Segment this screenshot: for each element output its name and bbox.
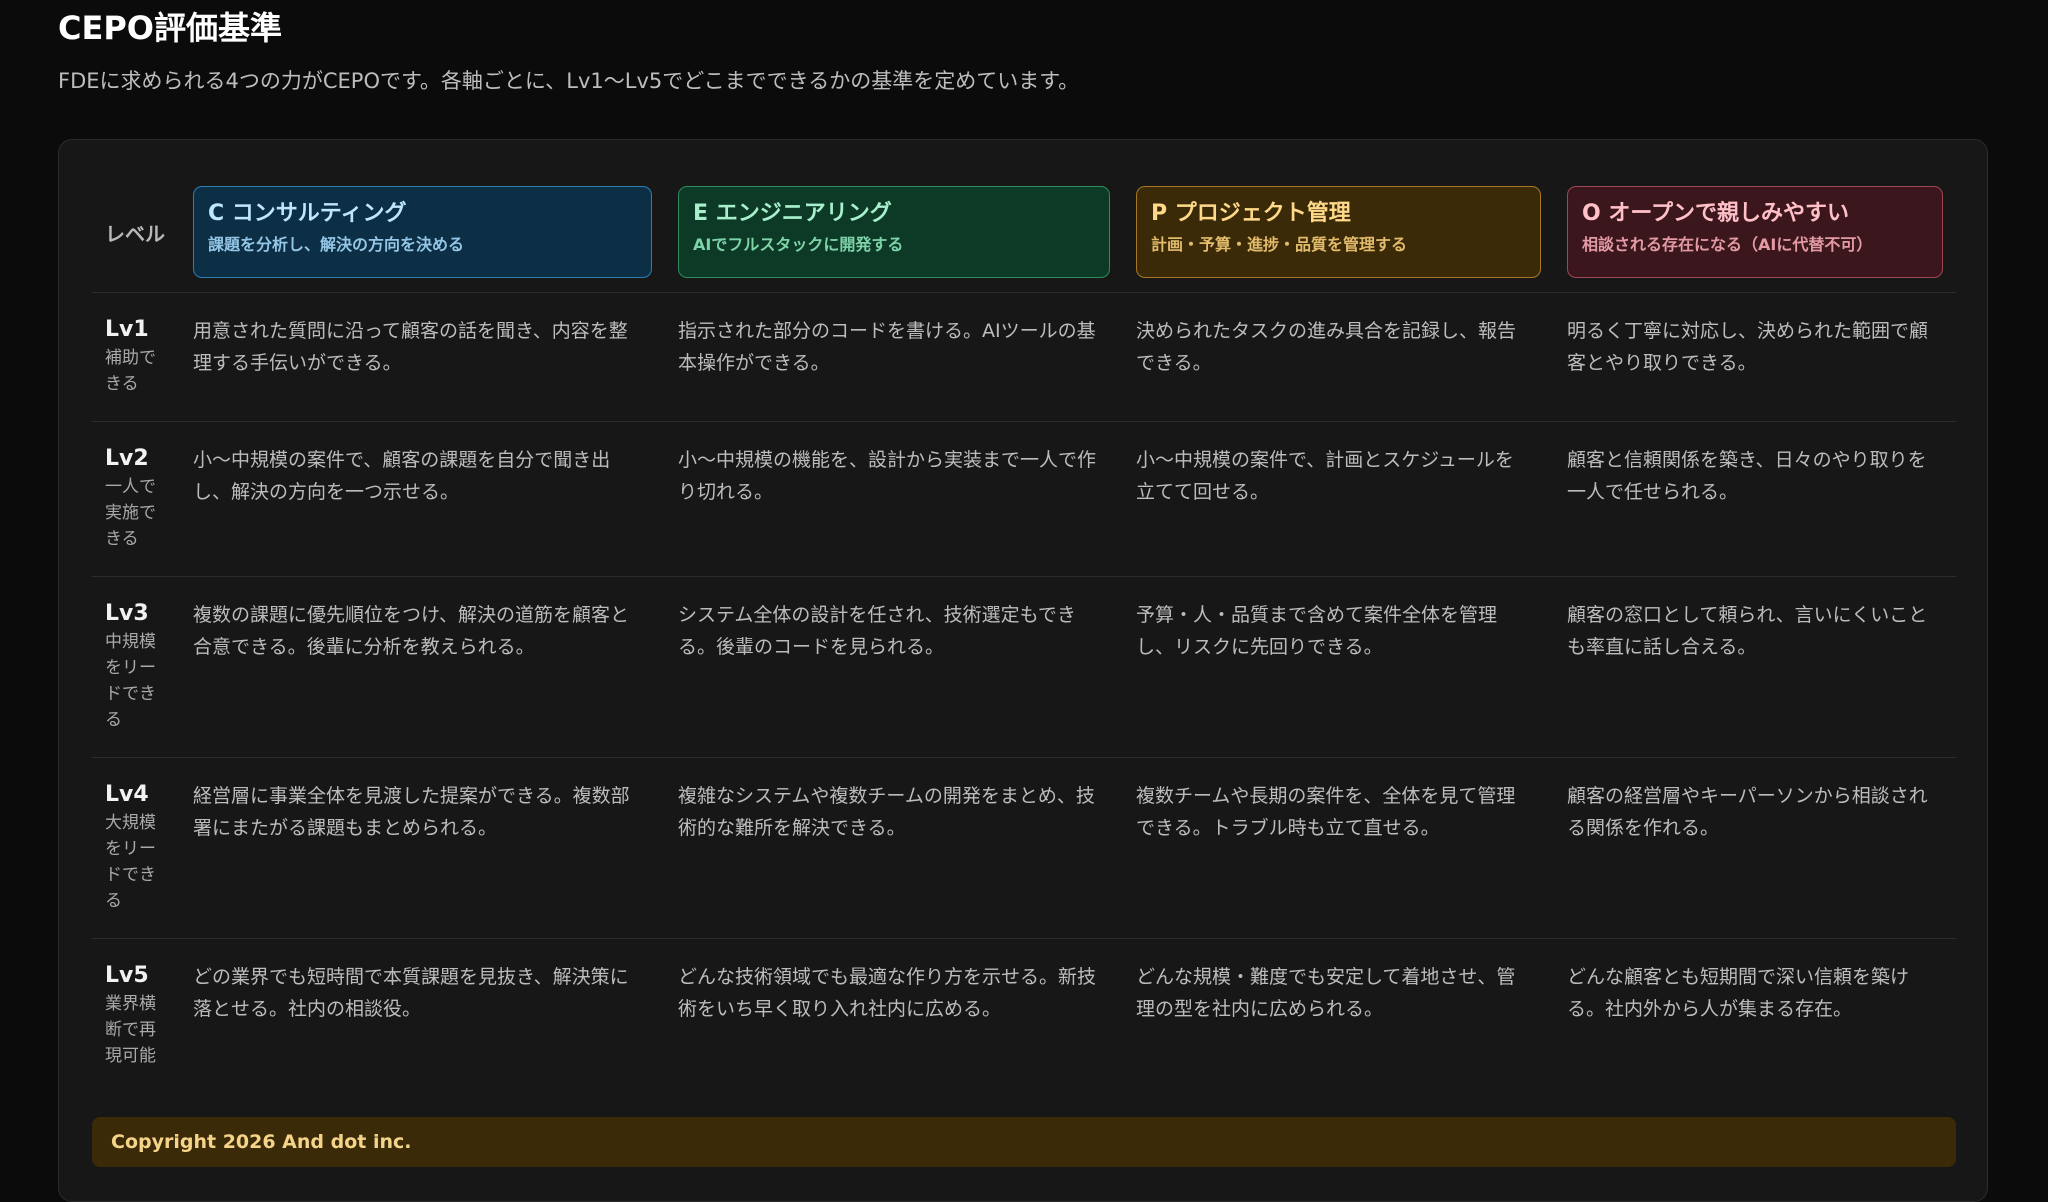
criteria-cell-engineering: システム全体の設計を任され、技術選定もできる。後輩のコードを見られる。	[678, 604, 1076, 658]
level-row-lv4: Lv4 大規模をリードできる 経営層に事業全体を見渡した提案ができる。複数部署に…	[92, 758, 1956, 939]
criteria-cell-project-management: 複数チームや長期の案件を、全体を見て管理できる。トラブル時も立て直せる。	[1136, 785, 1516, 839]
level-row-lv5: Lv5 業界横断で再現可能 どの業界でも短時間で本質課題を見抜き、解決策に落とせ…	[92, 939, 1956, 1089]
axis-title: O オープンで親しみやすい	[1582, 201, 1850, 226]
level-name: Lv3	[105, 601, 149, 626]
level-row-lv1: Lv1 補助できる 用意された質問に沿って顧客の話を聞き、内容を整理する手伝いが…	[92, 293, 1956, 422]
criteria-cell-consulting: 経営層に事業全体を見渡した提案ができる。複数部署にまたがる課題もまとめられる。	[193, 785, 630, 839]
criteria-cell-project-management: 決められたタスクの進み具合を記録し、報告できる。	[1136, 320, 1517, 374]
criteria-cell-open-approachable: 顧客と信頼関係を築き、日々のやり取りを一人で任せられる。	[1567, 449, 1927, 503]
axis-description: 計画・予算・進捗・品質を管理する	[1151, 235, 1408, 254]
level-note: 一人で実施できる	[105, 477, 156, 549]
level-name: Lv4	[105, 782, 149, 807]
axis-card-consulting: C コンサルティング 課題を分析し、解決の方向を決める	[193, 186, 652, 278]
level-row-lv2: Lv2 一人で実施できる 小〜中規模の案件で、顧客の課題を自分で聞き出し、解決の…	[92, 422, 1956, 577]
axis-card-project-management: P プロジェクト管理 計画・予算・進捗・品質を管理する	[1136, 186, 1541, 278]
criteria-cell-engineering: 指示された部分のコードを書ける。AIツールの基本操作ができる。	[678, 320, 1096, 374]
criteria-cell-consulting: 複数の課題に優先順位をつけ、解決の道筋を顧客と合意できる。後輩に分析を教えられる…	[193, 604, 630, 658]
criteria-cell-consulting: 小〜中規模の案件で、顧客の課題を自分で聞き出し、解決の方向を一つ示せる。	[193, 449, 611, 503]
criteria-cell-project-management: どんな規模・難度でも安定して着地させ、管理の型を社内に広められる。	[1136, 966, 1516, 1020]
table-header-row: レベル C コンサルティング 課題を分析し、解決の方向を決める E エンジニアリ…	[92, 186, 1956, 293]
criteria-cell-project-management: 予算・人・品質まで含めて案件全体を管理し、リスクに先回りできる。	[1136, 604, 1498, 658]
level-column-header: レベル	[105, 221, 165, 246]
criteria-cell-engineering: どんな技術領域でも最適な作り方を示せる。新技術をいち早く取り入れ社内に広める。	[678, 966, 1097, 1020]
axis-title: P プロジェクト管理	[1151, 201, 1351, 226]
criteria-table: レベル C コンサルティング 課題を分析し、解決の方向を決める E エンジニアリ…	[92, 186, 1956, 1089]
criteria-cell-open-approachable: 顧客の経営層やキーパーソンから相談される関係を作れる。	[1567, 785, 1928, 839]
axis-description: AIでフルスタックに開発する	[693, 235, 904, 254]
axis-card-engineering: E エンジニアリング AIでフルスタックに開発する	[678, 186, 1110, 278]
criteria-panel: レベル C コンサルティング 課題を分析し、解決の方向を決める E エンジニアリ…	[58, 139, 1988, 1202]
criteria-cell-consulting: 用意された質問に沿って顧客の話を聞き、内容を整理する手伝いができる。	[193, 320, 628, 374]
page-subtitle: FDEに求められる4つの力がCEPOです。各軸ごとに、Lv1〜Lv5でどこまでで…	[58, 69, 1080, 93]
criteria-cell-open-approachable: 明るく丁寧に対応し、決められた範囲で顧客とやり取りできる。	[1567, 320, 1929, 374]
level-note: 業界横断で再現可能	[105, 994, 156, 1066]
axis-title: E エンジニアリング	[693, 201, 892, 226]
level-name: Lv2	[105, 446, 149, 471]
level-row-lv3: Lv3 中規模をリードできる 複数の課題に優先順位をつけ、解決の道筋を顧客と合意…	[92, 577, 1956, 758]
axis-description: 相談される存在になる（AIに代替不可）	[1582, 235, 1873, 254]
level-note: 大規模をリードできる	[105, 813, 156, 911]
copyright-footer: Copyright 2026 And dot inc.	[92, 1117, 1956, 1167]
axis-title: C コンサルティング	[208, 201, 407, 226]
level-name: Lv1	[105, 317, 149, 342]
level-label-cell: Lv3 中規模をリードできる	[92, 599, 193, 757]
criteria-cell-project-management: 小〜中規模の案件で、計画とスケジュールを立てて回せる。	[1136, 449, 1514, 503]
level-note: 中規模をリードできる	[105, 632, 156, 730]
level-name: Lv5	[105, 963, 149, 988]
criteria-cell-open-approachable: 顧客の窓口として頼られ、言いにくいことも率直に話し合える。	[1567, 604, 1928, 658]
level-label-cell: Lv5 業界横断で再現可能	[92, 961, 193, 1089]
criteria-cell-engineering: 複雑なシステムや複数チームの開発をまとめ、技術的な難所を解決できる。	[678, 785, 1095, 839]
level-note: 補助できる	[105, 348, 156, 394]
axis-card-open-approachable: O オープンで親しみやすい 相談される存在になる（AIに代替不可）	[1567, 186, 1943, 278]
criteria-cell-engineering: 小〜中規模の機能を、設計から実装まで一人で作り切れる。	[678, 449, 1097, 503]
level-label-cell: Lv2 一人で実施できる	[92, 444, 193, 576]
level-label-cell: Lv1 補助できる	[92, 315, 193, 421]
axis-description: 課題を分析し、解決の方向を決める	[208, 235, 465, 254]
level-label-cell: Lv4 大規模をリードできる	[92, 780, 193, 938]
criteria-cell-consulting: どの業界でも短時間で本質課題を見抜き、解決策に落とせる。社内の相談役。	[193, 966, 629, 1020]
criteria-cell-open-approachable: どんな顧客とも短期間で深い信頼を築ける。社内外から人が集まる存在。	[1567, 966, 1910, 1020]
page-title: CEPO評価基準	[58, 9, 283, 47]
